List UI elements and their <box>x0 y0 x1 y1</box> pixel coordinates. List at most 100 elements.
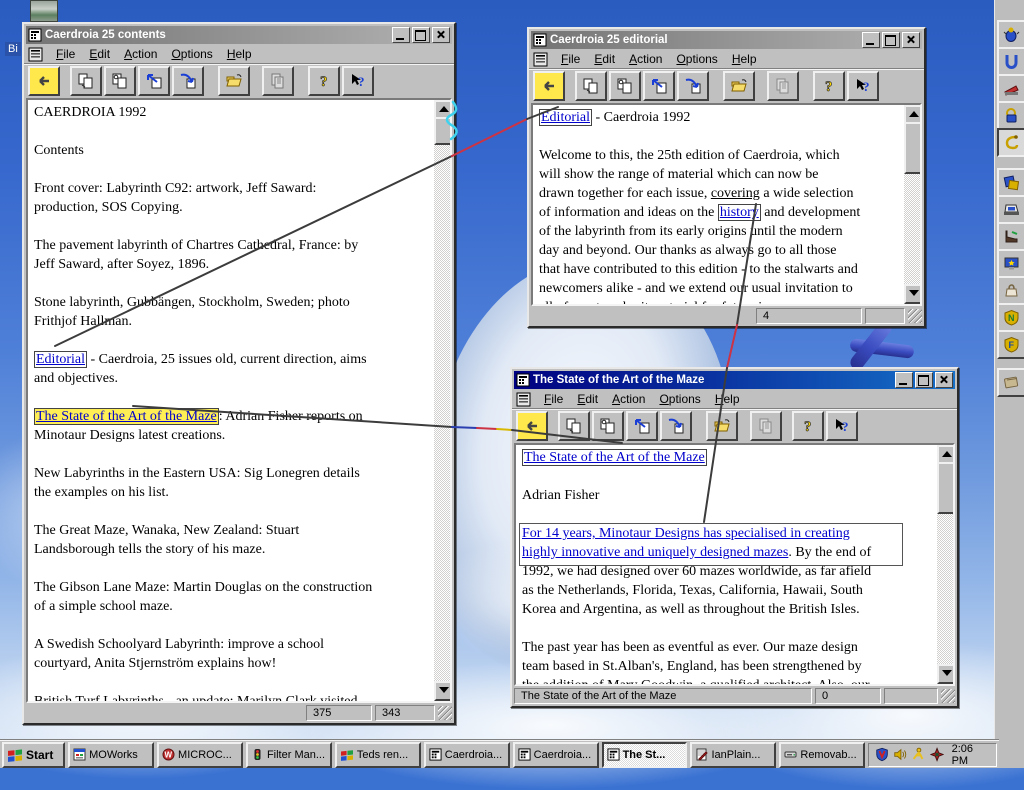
topic-document-icon[interactable] <box>533 52 549 67</box>
duplicate-pages-button[interactable] <box>767 71 799 101</box>
context-help-button[interactable]: ? <box>342 66 374 96</box>
close-button[interactable] <box>432 27 450 43</box>
clock[interactable]: 2:06 PM <box>952 743 990 767</box>
close-button[interactable] <box>902 32 920 48</box>
open-folder-button[interactable] <box>706 411 738 441</box>
open-folder-button[interactable] <box>723 71 755 101</box>
scroll-down-button[interactable] <box>904 284 922 304</box>
messenger-man-icon[interactable] <box>911 747 925 762</box>
titlebar-maze[interactable]: The State of the Art of the Maze <box>514 371 955 389</box>
scroll-thumb[interactable] <box>937 462 955 514</box>
menu-edit[interactable]: Edit <box>571 391 604 407</box>
desktop-icon-label[interactable]: Bi <box>5 42 21 56</box>
launcher-magnet-icon[interactable] <box>997 47 1024 76</box>
link-forward-button[interactable] <box>660 411 692 441</box>
copy-pages-button[interactable] <box>558 411 590 441</box>
maximize-button[interactable] <box>915 372 933 388</box>
state-of-art-link[interactable]: The State of the Art of the Maze <box>34 408 219 425</box>
context-help-button[interactable]: ? <box>847 71 879 101</box>
minimize-button[interactable] <box>895 372 913 388</box>
duplicate-pages-button[interactable] <box>262 66 294 96</box>
menu-help[interactable]: Help <box>221 46 258 62</box>
taskbar-task-removable[interactable]: Removab... <box>779 742 865 768</box>
taskbar-task-moworks[interactable]: MOWorks <box>68 742 154 768</box>
launcher-laptop-icon[interactable] <box>997 195 1024 224</box>
launcher-shield-n-icon[interactable]: N <box>997 303 1024 332</box>
scroll-down-button[interactable] <box>434 681 452 701</box>
launcher-boot-icon[interactable] <box>997 222 1024 251</box>
replace-pages-button[interactable] <box>609 71 641 101</box>
link-back-button[interactable] <box>626 411 658 441</box>
maximize-button[interactable] <box>412 27 430 43</box>
resize-grip[interactable] <box>908 309 922 323</box>
context-help-button[interactable]: ? <box>826 411 858 441</box>
link-forward-button[interactable] <box>172 66 204 96</box>
menu-options[interactable]: Options <box>165 46 218 62</box>
menu-action[interactable]: Action <box>606 391 651 407</box>
menu-help[interactable]: Help <box>709 391 746 407</box>
launcher-bag-icon[interactable] <box>997 276 1024 305</box>
menu-edit[interactable]: Edit <box>83 46 116 62</box>
vertical-scrollbar[interactable] <box>937 445 953 684</box>
launcher-disks-icon[interactable] <box>997 168 1024 197</box>
taskbar-task-teds[interactable]: Teds ren... <box>335 742 421 768</box>
virus-scanner-icon[interactable] <box>930 747 944 762</box>
help-button[interactable]: ? <box>813 71 845 101</box>
start-button[interactable]: Start <box>2 742 65 768</box>
menu-help[interactable]: Help <box>726 51 763 67</box>
topic-document-icon[interactable] <box>28 47 44 62</box>
minimize-button[interactable] <box>862 32 880 48</box>
help-button[interactable]: ? <box>308 66 340 96</box>
antivirus-shield-icon[interactable] <box>875 747 889 762</box>
open-folder-button[interactable] <box>218 66 250 96</box>
duplicate-pages-button[interactable] <box>750 411 782 441</box>
link-back-button[interactable] <box>138 66 170 96</box>
titlebar-editorial[interactable]: Caerdroia 25 editorial <box>531 31 922 49</box>
titlebar-contents[interactable]: Caerdroia 25 contents <box>26 26 452 44</box>
link-forward-button[interactable] <box>677 71 709 101</box>
scroll-thumb[interactable] <box>904 122 922 174</box>
topic-document-icon[interactable] <box>516 392 532 407</box>
scroll-thumb[interactable] <box>434 117 452 145</box>
launcher-hook-icon[interactable] <box>997 128 1024 157</box>
launcher-stapler-icon[interactable] <box>997 74 1024 103</box>
minimize-button[interactable] <box>392 27 410 43</box>
launcher-monitor-icon[interactable] <box>997 249 1024 278</box>
history-link[interactable]: history <box>718 204 761 221</box>
menu-file[interactable]: File <box>538 391 569 407</box>
menu-options[interactable]: Options <box>670 51 723 67</box>
editorial-link[interactable]: Editorial <box>34 351 87 368</box>
menu-options[interactable]: Options <box>653 391 706 407</box>
resize-grip[interactable] <box>438 706 452 720</box>
taskbar-task-caerdroia-editorial[interactable]: Caerdroia... <box>513 742 599 768</box>
back-button[interactable] <box>516 411 548 441</box>
copy-pages-button[interactable] <box>575 71 607 101</box>
launcher-bug-icon[interactable] <box>997 20 1024 49</box>
launcher-book-icon[interactable] <box>997 368 1024 397</box>
back-button[interactable] <box>28 66 60 96</box>
launcher-padlock-icon[interactable] <box>997 101 1024 130</box>
maximize-button[interactable] <box>882 32 900 48</box>
menu-action[interactable]: Action <box>623 51 668 67</box>
replace-pages-button[interactable] <box>592 411 624 441</box>
taskbar-task-filter-manager[interactable]: Filter Man... <box>246 742 332 768</box>
editorial-topic-link[interactable]: Editorial <box>539 109 592 126</box>
menu-edit[interactable]: Edit <box>588 51 621 67</box>
menu-file[interactable]: File <box>555 51 586 67</box>
menu-file[interactable]: File <box>50 46 81 62</box>
close-button[interactable] <box>935 372 953 388</box>
help-button[interactable]: ? <box>792 411 824 441</box>
scroll-down-button[interactable] <box>937 664 955 684</box>
vertical-scrollbar[interactable] <box>904 105 920 304</box>
taskbar-task-ianplain[interactable]: IanPlain... <box>690 742 776 768</box>
replace-pages-button[interactable] <box>104 66 136 96</box>
desktop-icon-partial[interactable] <box>30 0 58 22</box>
taskbar-task-caerdroia-contents[interactable]: Caerdroia... <box>424 742 510 768</box>
link-back-button[interactable] <box>643 71 675 101</box>
taskbar-task-microc[interactable]: W MICROC... <box>157 742 243 768</box>
copy-pages-button[interactable] <box>70 66 102 96</box>
resize-grip[interactable] <box>941 689 955 703</box>
maze-topic-link[interactable]: The State of the Art of the Maze <box>522 449 707 466</box>
volume-icon[interactable] <box>893 747 907 762</box>
launcher-shield-f-icon[interactable]: F <box>997 330 1024 359</box>
